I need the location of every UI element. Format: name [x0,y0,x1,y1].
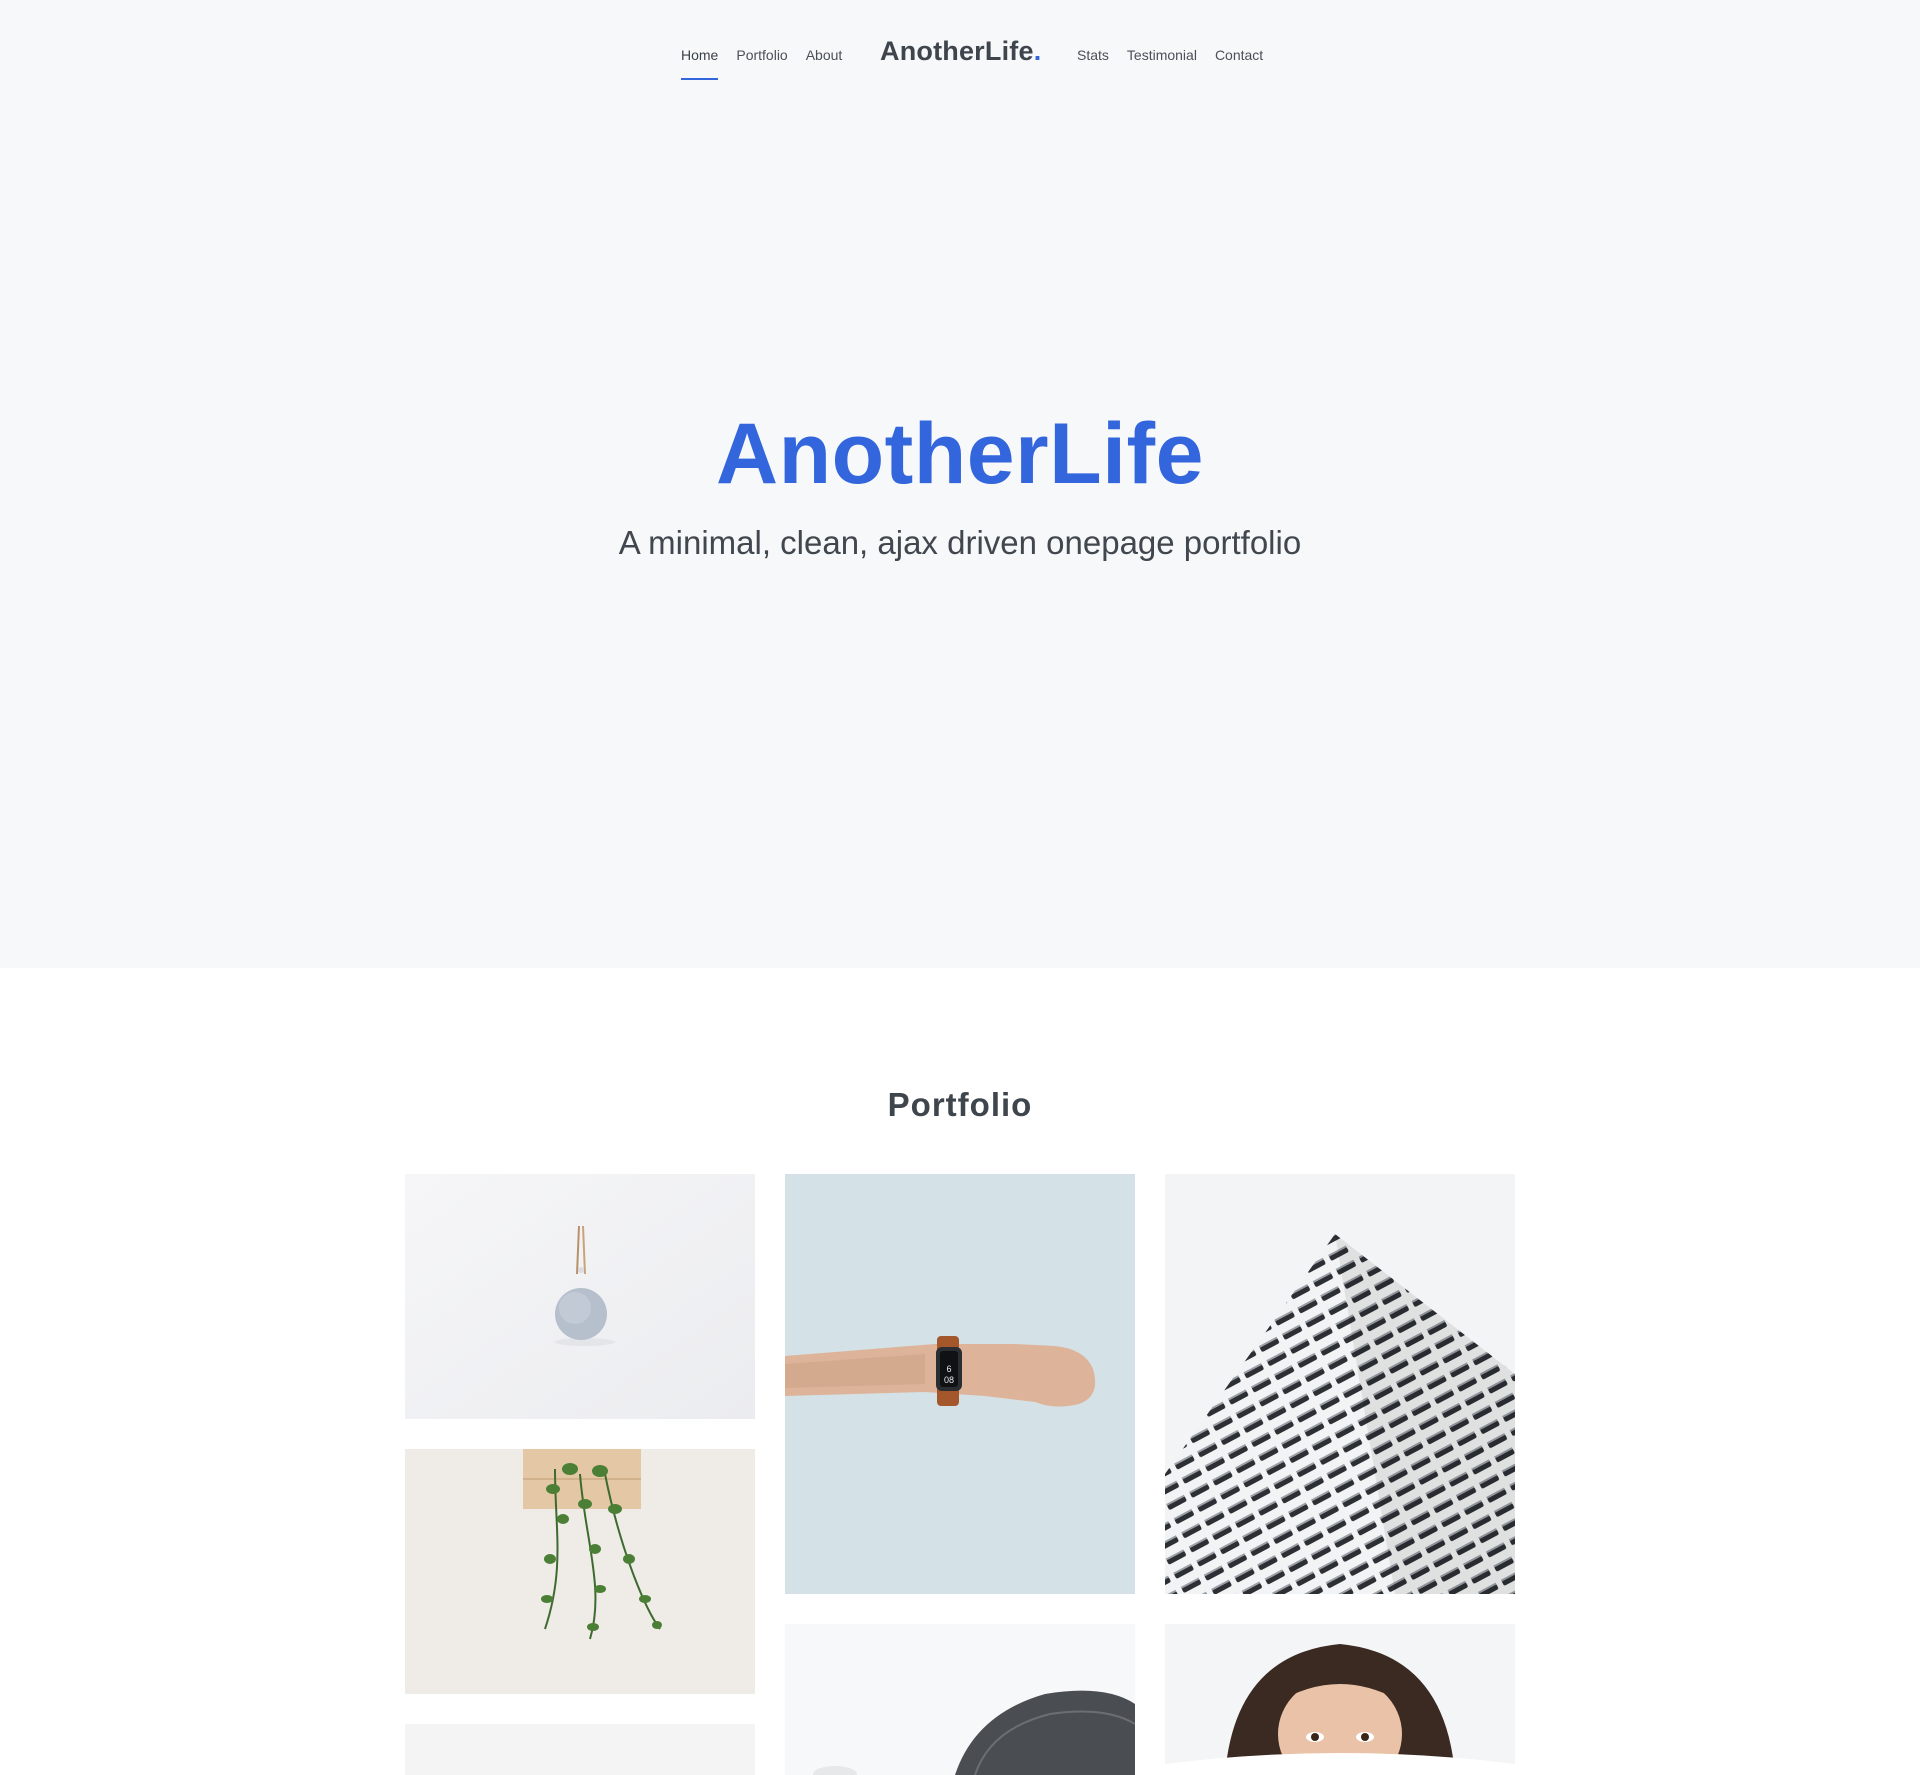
partial-tile-image [405,1724,755,1775]
brand-name: AnotherLife [880,36,1034,66]
nav-link-contact[interactable]: Contact [1215,47,1263,63]
nav-link-home[interactable]: Home [681,47,719,80]
portfolio-item-woman[interactable] [1165,1624,1515,1775]
brand-logo[interactable]: AnotherLife. [880,36,1041,67]
svg-text:08: 08 [944,1375,954,1385]
nav-link-portfolio[interactable]: Portfolio [736,47,787,63]
hero-section: Home Portfolio About AnotherLife. Stats … [0,0,1920,968]
portfolio-item-partial[interactable] [405,1724,755,1775]
chair-image [785,1624,1135,1775]
building-facade-image [1165,1174,1515,1594]
hero-title: AnotherLife [715,406,1205,502]
hero-subtitle: A minimal, clean, ajax driven onepage po… [618,524,1302,561]
nav-link-about[interactable]: About [806,47,843,63]
portfolio-item-watch[interactable]: 6 08 [785,1174,1135,1594]
hanging-plant-image [405,1449,755,1694]
svg-text:6: 6 [946,1364,951,1374]
portfolio-title: Portfolio [887,1086,1033,1123]
top-navigation: Home Portfolio About AnotherLife. Stats … [0,0,1920,100]
woman-peeking-image [1165,1624,1515,1775]
portfolio-item-chair[interactable] [785,1624,1135,1775]
wristwatch-arm-image: 6 08 [785,1174,1135,1594]
portfolio-item-pendant[interactable] [405,1174,755,1419]
nav-right-group: Stats Testimonial Contact [1077,47,1281,63]
portfolio-item-plant[interactable] [405,1449,755,1694]
nav-link-testimonial[interactable]: Testimonial [1127,47,1197,63]
nav-left-group: Home Portfolio About [681,47,860,80]
pendant-ornament-image [405,1174,755,1419]
portfolio-item-building[interactable] [1165,1174,1515,1594]
brand-dot: . [1033,36,1042,66]
nav-link-stats[interactable]: Stats [1077,47,1109,63]
